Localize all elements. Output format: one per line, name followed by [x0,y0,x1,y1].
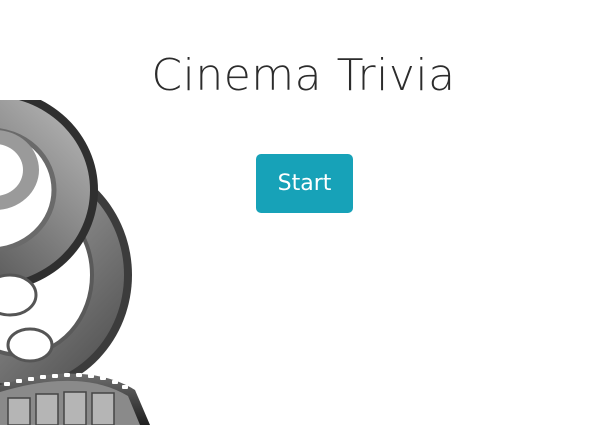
start-button[interactable]: Start [256,154,353,213]
trivia-start-screen: Cinema Trivia Start [0,0,607,425]
page-title: Cinema Trivia [151,50,456,101]
film-reel-icon [0,100,150,425]
